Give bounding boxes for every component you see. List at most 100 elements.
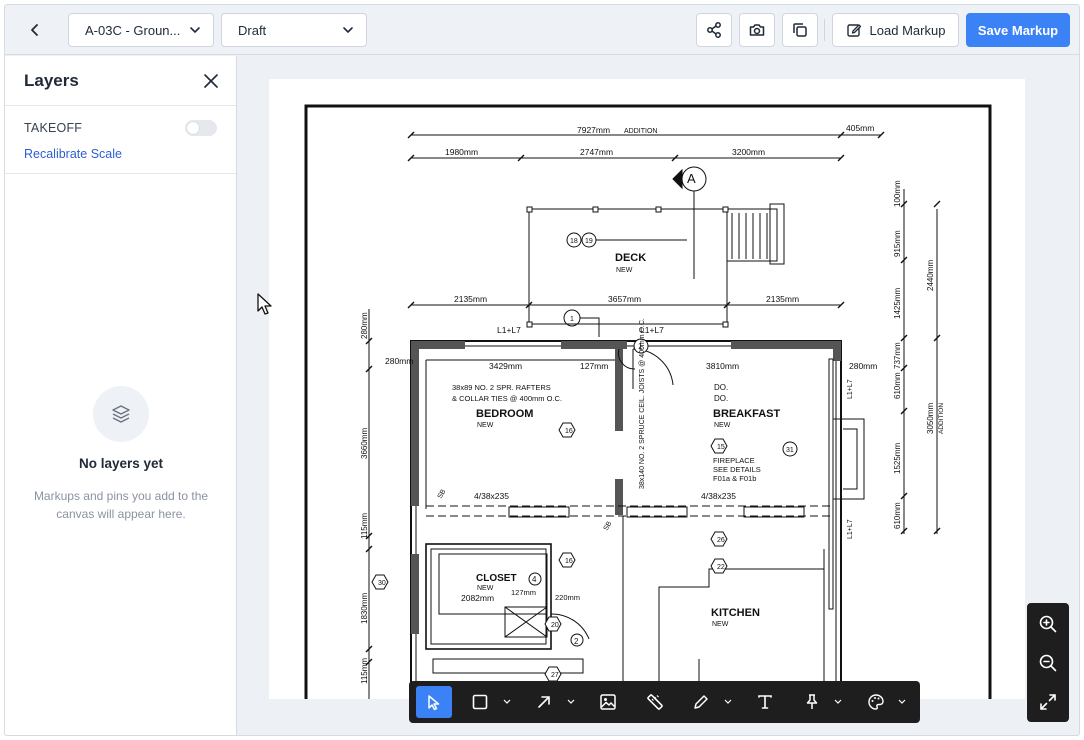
dim-right-3050: 3050mm <box>926 403 935 434</box>
copy-button[interactable] <box>782 13 818 47</box>
dim-3200: 3200mm <box>732 147 765 157</box>
dim-left-115b: 115mm <box>360 658 369 684</box>
arrow-tool[interactable] <box>528 686 560 718</box>
dim-3657: 3657mm <box>608 294 641 304</box>
layers-icon-badge <box>93 386 149 442</box>
closet-label: CLOSET <box>476 573 517 584</box>
image-tool[interactable] <box>592 686 624 718</box>
select-tool[interactable] <box>416 686 452 718</box>
dim-right-1425: 1425mm <box>893 288 902 319</box>
zoom-out-icon <box>1039 654 1057 672</box>
snapshot-button[interactable] <box>739 13 775 47</box>
back-button[interactable] <box>20 13 50 47</box>
dim-left-1830: 1830mm <box>360 593 369 624</box>
dim-2135-left: 2135mm <box>454 294 487 304</box>
fit-to-screen-button[interactable] <box>1027 684 1069 720</box>
color-tool[interactable] <box>860 686 892 718</box>
rafter-note-1: 38x89 NO. 2 SPR. RAFTERS <box>452 383 551 392</box>
empty-title: No layers yet <box>78 456 164 471</box>
tag-31: 31 <box>786 447 794 454</box>
canvas-area[interactable]: 7927mm ADDITION 405mm 1980mm 2747mm 3200… <box>238 56 1079 735</box>
pin-options-chevron-icon[interactable] <box>834 697 842 707</box>
tag-16b: 16 <box>565 558 573 565</box>
share-button[interactable] <box>696 13 732 47</box>
zoom-in-icon <box>1039 615 1057 633</box>
save-markup-label: Save Markup <box>977 22 1059 38</box>
sb-label: SB <box>437 488 448 500</box>
dim-right-915: 915mm <box>893 230 902 257</box>
tag-30: 30 <box>378 580 386 587</box>
tag-27: 27 <box>551 672 559 679</box>
highlighter-tool[interactable] <box>685 686 717 718</box>
recalibrate-scale-link[interactable]: Recalibrate Scale <box>24 147 122 161</box>
do-note-2: DO. <box>714 394 728 403</box>
dim-right-2440: 2440mm <box>926 260 935 291</box>
arrow-icon <box>538 696 550 708</box>
tag-19: 19 <box>585 238 593 245</box>
dim-right-100: 100mm <box>893 180 902 207</box>
dim-left-115: 115mm <box>360 513 369 539</box>
expand-icon <box>1040 694 1056 710</box>
bedroom-label: BEDROOM <box>476 408 533 420</box>
rectangle-tool[interactable] <box>464 686 496 718</box>
zoom-in-button[interactable] <box>1027 606 1069 642</box>
tag-20: 20 <box>551 622 559 629</box>
dim-total: 7927mm <box>577 125 610 135</box>
floor-plan-drawing: 7927mm ADDITION 405mm 1980mm 2747mm 3200… <box>304 104 992 699</box>
breakfast-sub: NEW <box>714 422 731 429</box>
section-mark: A <box>687 171 696 186</box>
takeoff-label: TAKEOFF <box>24 121 83 135</box>
load-markup-button[interactable]: Load Markup <box>832 13 959 47</box>
tag-26: 26 <box>717 537 725 544</box>
kitchen-sub: NEW <box>712 621 729 628</box>
tag-1: 1 <box>570 316 574 323</box>
tag-2: 2 <box>574 637 579 646</box>
layers-panel: Layers TAKEOFF Recalibrate Scale No laye… <box>5 56 237 735</box>
pin-icon <box>806 694 818 709</box>
text-tool[interactable] <box>749 686 781 718</box>
dim-right-610: 610mm <box>893 372 902 399</box>
tag-15: 15 <box>717 444 725 451</box>
dim-right-737: 737mm <box>893 342 902 369</box>
layers-icon <box>112 405 130 423</box>
closet-dim: 2082mm <box>461 593 494 603</box>
measure-tool[interactable] <box>639 686 671 718</box>
arrow-options-chevron-icon[interactable] <box>567 697 575 707</box>
rafter-note-2: & COLLAR TIES @ 400mm O.C. <box>452 394 562 403</box>
zoom-out-button[interactable] <box>1027 645 1069 681</box>
status-select[interactable]: Draft <box>221 13 367 47</box>
layers-header: Layers <box>5 56 236 106</box>
dim-3429: 3429mm <box>489 361 522 371</box>
empty-state: No layers yet Markups and pins you add t… <box>5 386 237 523</box>
close-icon[interactable] <box>204 73 218 88</box>
beam-left: 4/38x235 <box>474 491 509 501</box>
takeoff-toggle[interactable] <box>185 120 217 136</box>
rectangle-options-chevron-icon[interactable] <box>503 697 511 707</box>
joist-note: 38x140 NO. 2 SPRUCE CEIL. JOISTS @ 400mm… <box>639 318 646 489</box>
pin-tool[interactable] <box>796 686 828 718</box>
fireplace-note-2: SEE DETAILS <box>713 465 761 474</box>
dim-1980: 1980mm <box>445 147 478 157</box>
panel-title: Layers <box>24 70 79 90</box>
tag-18: 18 <box>570 238 578 245</box>
tag-22: 22 <box>717 564 725 571</box>
color-options-chevron-icon[interactable] <box>898 697 906 707</box>
dim-left-280: 280mm <box>360 312 369 339</box>
fireplace-note-1: FIREPLACE <box>713 456 755 465</box>
save-markup-button[interactable]: Save Markup <box>966 13 1070 47</box>
app-window: A-03C - Groun... Draft Load Markup Save … <box>4 4 1080 736</box>
chevron-left-icon <box>31 24 38 36</box>
pen-icon <box>694 695 708 709</box>
drawing-sheet[interactable]: 7927mm ADDITION 405mm 1980mm 2747mm 3200… <box>269 79 1025 699</box>
tag-4: 4 <box>532 575 537 584</box>
dim-3810: 3810mm <box>706 361 739 371</box>
closet-sub: NEW <box>477 585 494 592</box>
copy-icon <box>793 23 807 37</box>
pen-options-chevron-icon[interactable] <box>724 697 732 707</box>
sheet-select[interactable]: A-03C - Groun... <box>68 13 214 47</box>
dim-405: 405mm <box>846 123 874 133</box>
dim-left-3660: 3660mm <box>360 428 369 459</box>
zoom-controls <box>1027 603 1069 722</box>
fireplace-note-3: F01a & F01b <box>713 474 756 483</box>
deck-sub: NEW <box>616 267 633 274</box>
